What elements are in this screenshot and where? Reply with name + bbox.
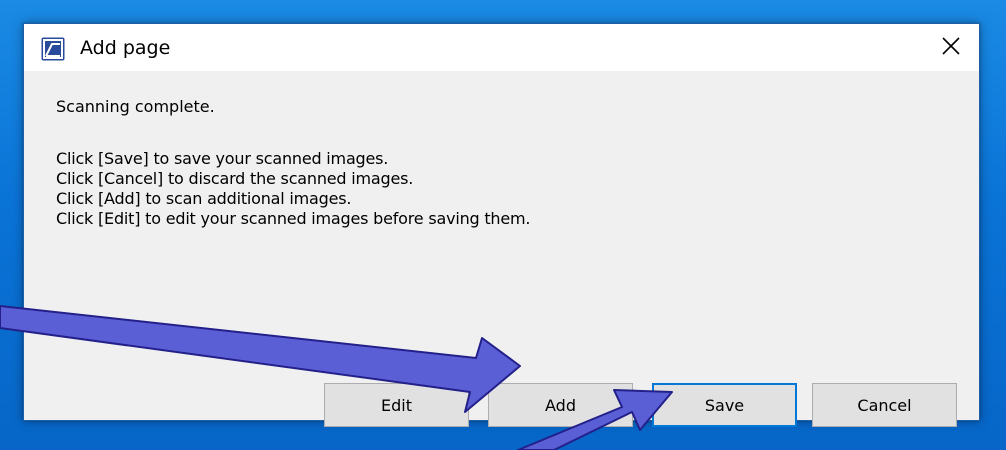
instruction-add: Click [Add] to scan additional images.	[56, 189, 352, 208]
instruction-edit: Click [Edit] to edit your scanned images…	[56, 209, 531, 228]
dialog-content: Scanning complete. Click [Save] to save …	[24, 71, 979, 427]
status-message: Scanning complete.	[56, 97, 215, 116]
edit-button[interactable]: Edit	[324, 383, 469, 427]
dialog-title: Add page	[80, 37, 171, 59]
instruction-cancel: Click [Cancel] to discard the scanned im…	[56, 169, 414, 188]
scanner-app-icon	[41, 37, 65, 61]
close-button[interactable]	[923, 24, 979, 71]
add-page-dialog: Add page Scanning complete. Click [Save]…	[23, 23, 980, 427]
close-icon	[941, 36, 961, 60]
add-button[interactable]: Add	[488, 383, 633, 427]
save-button[interactable]: Save	[652, 383, 797, 427]
instruction-list: Click [Save] to save your scanned images…	[56, 149, 530, 229]
instruction-save: Click [Save] to save your scanned images…	[56, 149, 389, 168]
title-bar[interactable]: Add page	[24, 24, 979, 71]
cancel-button[interactable]: Cancel	[812, 383, 957, 427]
